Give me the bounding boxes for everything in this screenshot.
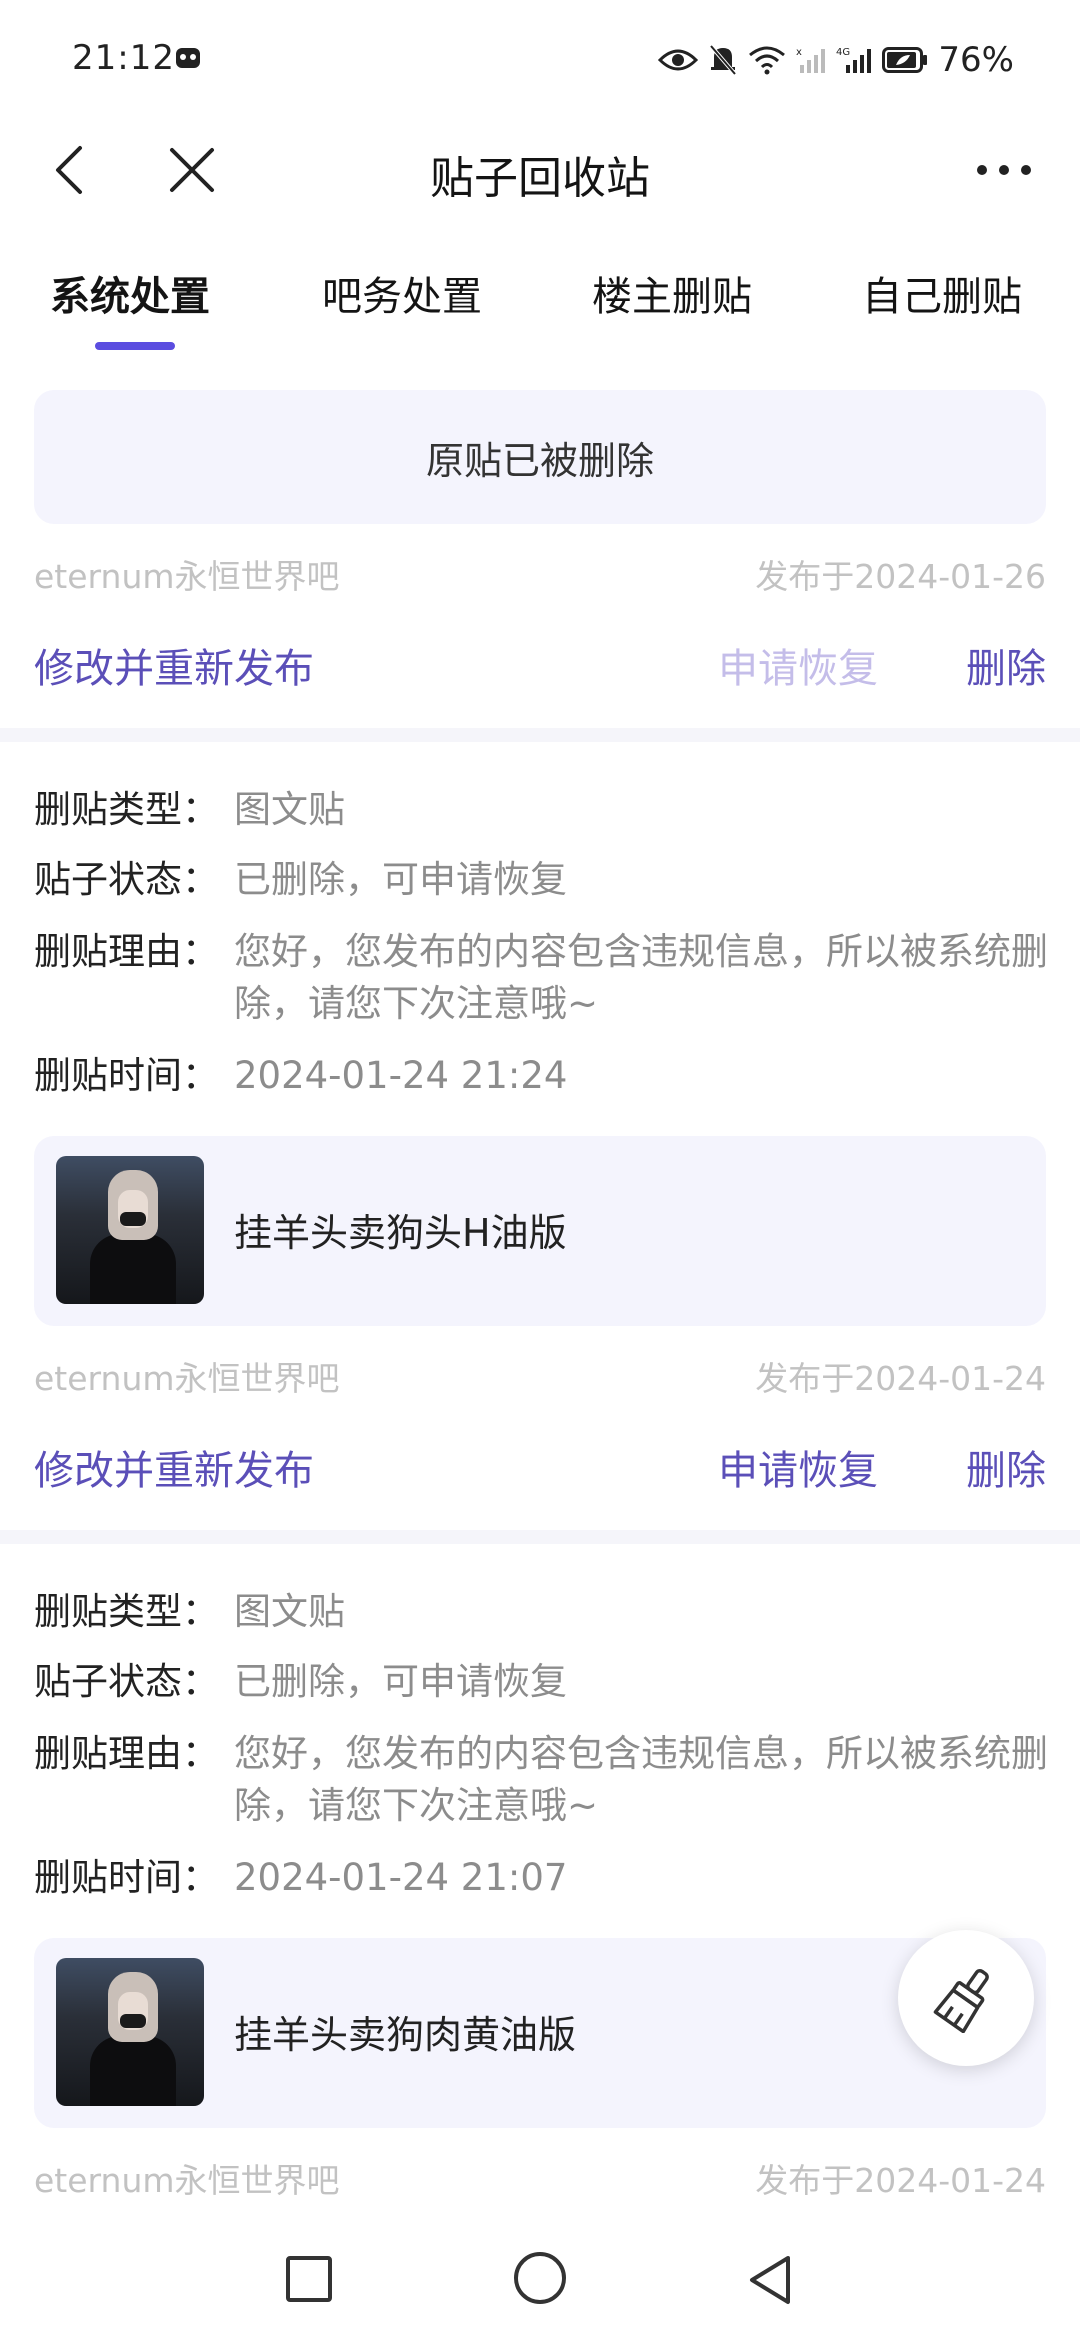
publish-date: 发布于2024-01-24	[755, 2161, 1046, 2200]
status-bar: 21:12 x 4G 76%	[0, 0, 1080, 120]
signal-sim1-icon: x	[796, 47, 826, 73]
tab-indicator	[95, 342, 175, 350]
tab-bar-admin[interactable]: 吧务处置	[322, 264, 482, 322]
type-value: 图文贴	[234, 788, 345, 831]
post-meta: eternum永恒世界吧 发布于2024-01-24	[34, 2154, 1046, 2204]
edit-republish-button[interactable]: 修改并重新发布	[34, 1438, 314, 1496]
edit-republish-button[interactable]: 修改并重新发布	[34, 636, 314, 694]
type-label: 删贴类型：	[34, 1590, 219, 1633]
request-restore-button[interactable]: 申请恢复	[718, 1438, 878, 1496]
tab-op-deleted[interactable]: 楼主删贴	[592, 264, 752, 322]
delete-button[interactable]: 删除	[966, 1438, 1046, 1496]
post-actions: 修改并重新发布 申请恢复 删除	[34, 636, 1046, 696]
system-nav-bar	[0, 2230, 1080, 2340]
time-value: 2024-01-24 21:07	[234, 1856, 568, 1899]
more-dots-icon	[977, 165, 987, 175]
reason-value: 您好，您发布的内容包含违规信息，所以被系统删除，请您下次注意哦~	[234, 1732, 1048, 1827]
forum-name: eternum永恒世界吧	[34, 2161, 340, 2200]
type-label: 删贴类型：	[34, 788, 219, 831]
deleted-notice: 原贴已被删除	[34, 390, 1046, 524]
notification-app-icon	[176, 48, 200, 68]
eye-icon	[658, 49, 699, 71]
tab-bar: 系统处置 吧务处置 楼主删贴 自己删贴	[0, 250, 1080, 350]
post-actions: 修改并重新发布 申请恢复 删除	[34, 1438, 1046, 1498]
mute-bell-icon	[709, 44, 737, 76]
wifi-icon	[749, 46, 786, 75]
time-label: 删贴时间：	[34, 1054, 219, 1097]
status-value: 已删除，可申请恢复	[234, 1660, 567, 1703]
tab-self-deleted[interactable]: 自己删贴	[862, 264, 1022, 322]
svg-text:4G: 4G	[836, 47, 850, 58]
battery-icon	[882, 47, 928, 73]
forum-name: eternum永恒世界吧	[34, 1359, 340, 1398]
time-value: 2024-01-24 21:24	[234, 1054, 568, 1097]
post-thumbnail	[56, 1156, 204, 1304]
svg-text:x: x	[796, 47, 802, 58]
navbar: 贴子回收站	[0, 120, 1080, 220]
status-time: 21:12	[72, 38, 175, 78]
post-card[interactable]: 挂羊头卖狗头H油版	[34, 1136, 1046, 1326]
publish-date: 发布于2024-01-24	[755, 1359, 1046, 1398]
publish-date: 发布于2024-01-26	[755, 557, 1046, 596]
delete-button[interactable]: 删除	[966, 636, 1046, 694]
forum-name: eternum永恒世界吧	[34, 557, 340, 596]
home-button[interactable]	[514, 2252, 566, 2304]
status-label: 贴子状态：	[34, 858, 219, 901]
page-title: 贴子回收站	[430, 153, 650, 204]
section-divider	[0, 1530, 1080, 1544]
post-meta: eternum永恒世界吧 发布于2024-01-26	[34, 550, 1046, 600]
request-restore-button[interactable]: 申请恢复	[718, 636, 878, 694]
reason-label: 删贴理由：	[34, 930, 219, 973]
post-title: 挂羊头卖狗头H油版	[234, 1211, 567, 1255]
post-thumbnail	[56, 1958, 204, 2106]
status-value: 已删除，可申请恢复	[234, 858, 567, 901]
clean-fab-button[interactable]	[898, 1930, 1034, 2066]
post-meta: eternum永恒世界吧 发布于2024-01-24	[34, 1352, 1046, 1402]
battery-percent: 76%	[938, 40, 1014, 80]
post-title: 挂羊头卖狗肉黄油版	[234, 2013, 577, 2057]
signal-4g-icon: 4G	[836, 47, 872, 73]
section-divider	[0, 728, 1080, 742]
tab-system[interactable]: 系统处置	[50, 264, 210, 322]
recent-apps-button[interactable]	[286, 2256, 332, 2302]
back-triangle-icon[interactable]	[740, 2250, 800, 2310]
time-label: 删贴时间：	[34, 1856, 219, 1899]
status-label: 贴子状态：	[34, 1660, 219, 1703]
reason-label: 删贴理由：	[34, 1732, 219, 1775]
type-value: 图文贴	[234, 1590, 345, 1633]
status-icons: x 4G 76%	[658, 40, 1014, 80]
more-button[interactable]	[964, 140, 1044, 200]
post-card[interactable]: 挂羊头卖狗肉黄油版	[34, 1938, 1046, 2128]
reason-value: 您好，您发布的内容包含违规信息，所以被系统删除，请您下次注意哦~	[234, 930, 1048, 1025]
broom-icon	[933, 1968, 989, 2033]
